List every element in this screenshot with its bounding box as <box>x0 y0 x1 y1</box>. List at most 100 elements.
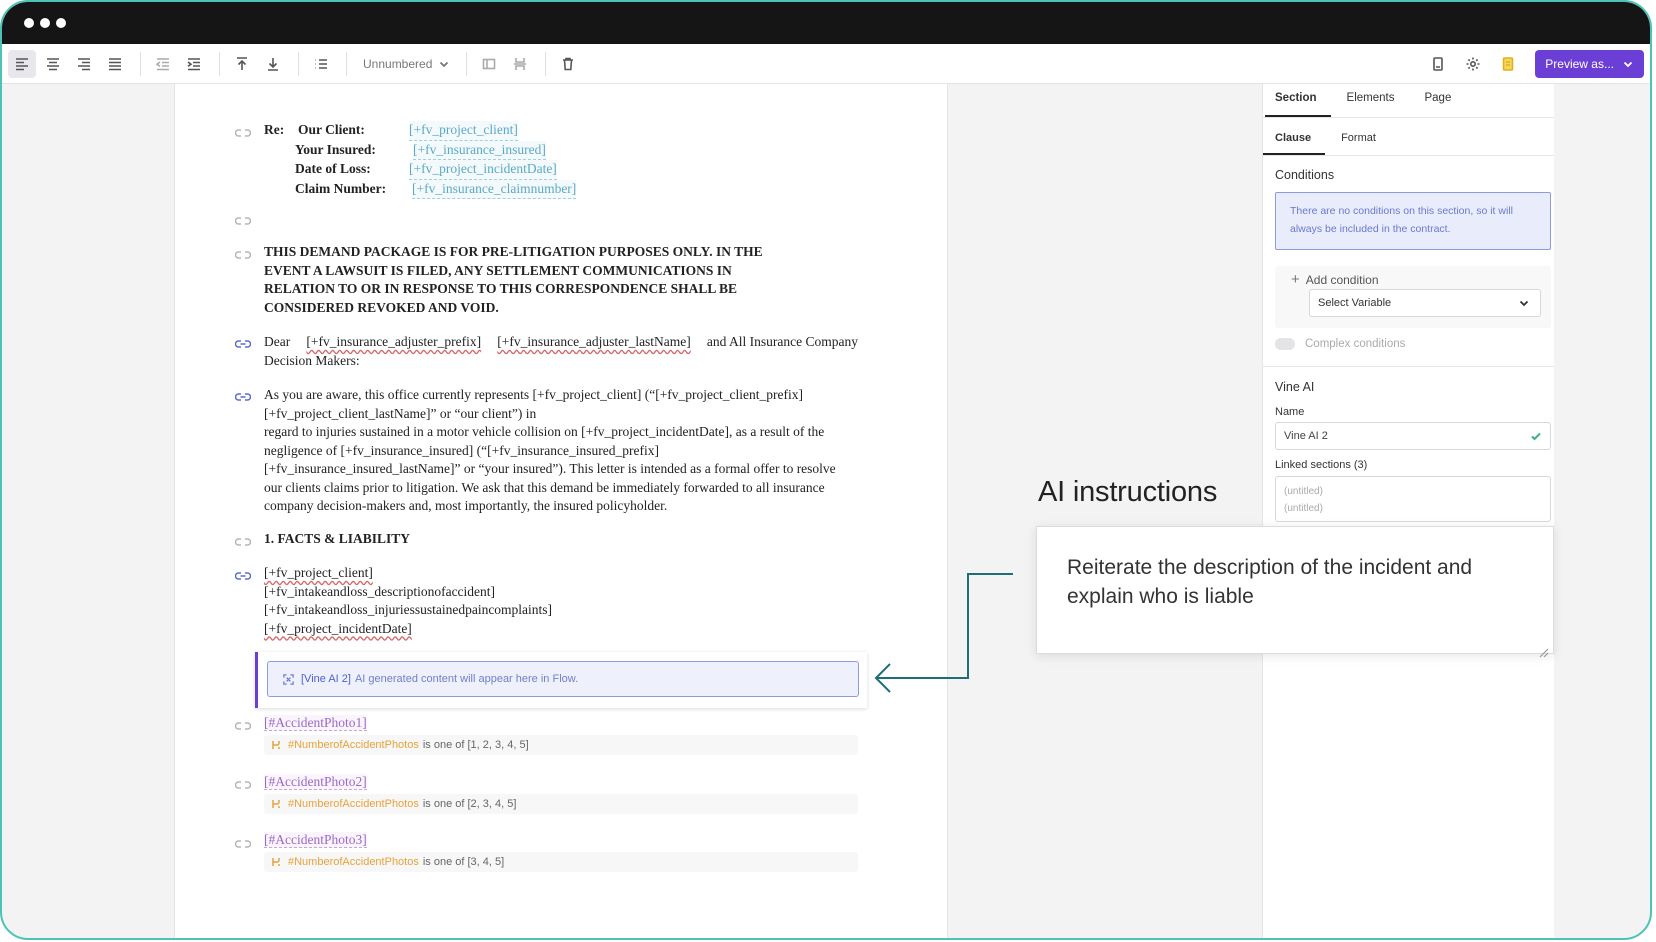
paragraph-line: company decision-makers and, most import… <box>264 498 668 513</box>
variable-text: [+fv_project_client] <box>264 565 373 580</box>
window-dot[interactable] <box>40 18 50 28</box>
check-icon <box>1531 432 1541 441</box>
window-dot[interactable] <box>24 18 34 28</box>
resize-handle-icon[interactable] <box>1537 637 1549 658</box>
paragraph-line: negligence of [+fv_insurance_insured] (“… <box>264 442 659 458</box>
section-link-icon[interactable] <box>234 248 252 259</box>
gear-icon <box>1466 57 1480 71</box>
tab-page[interactable]: Page <box>1424 84 1451 117</box>
section-link-icon[interactable] <box>234 390 252 401</box>
variable-text: [+fv_intakeandloss_descriptionofaccident… <box>264 583 496 599</box>
align-justify-icon <box>109 57 121 70</box>
sidebar-tabs: Section Elements Page <box>1263 84 1554 118</box>
document-page: Re: Our Client: [+fv_project_client] You… <box>174 84 948 938</box>
template-button[interactable] <box>1494 50 1522 78</box>
variable-tag[interactable]: [+fv_insurance_claimnumber] <box>412 179 577 199</box>
delete-button[interactable] <box>554 50 582 78</box>
section-link-icon[interactable] <box>234 535 252 546</box>
photo-variable[interactable]: [#AccidentPhoto3] <box>264 832 367 848</box>
chevron-down-icon <box>1623 61 1633 68</box>
linked-section-item[interactable]: (untitled) <box>1284 500 1542 517</box>
condition-variable: #NumberofAccidentPhotos <box>288 856 419 868</box>
condition-line[interactable]: #NumberofAccidentPhotos is one of [2, 3,… <box>264 794 858 814</box>
variable-tag[interactable]: [+fv_project_incidentDate] <box>409 160 557 180</box>
facts-heading[interactable]: 1. FACTS & LIABILITY <box>264 530 858 549</box>
variable-tag[interactable]: [+fv_project_client] <box>409 121 518 141</box>
re-block[interactable]: Re: Our Client: [+fv_project_client] You… <box>264 121 858 199</box>
toolbar-divider <box>298 51 299 76</box>
arrow-down-icon <box>268 57 278 71</box>
toolbar-divider <box>466 51 468 76</box>
list-button[interactable] <box>307 50 335 78</box>
outdent-button[interactable] <box>149 50 177 78</box>
name-input[interactable]: Vine AI 2 <box>1275 422 1551 450</box>
align-center-button[interactable] <box>39 50 67 78</box>
condition-variable: #NumberofAccidentPhotos <box>288 739 419 751</box>
paragraph-line: [+fv_project_client_lastName]” or “our c… <box>264 405 537 421</box>
variable-tag[interactable]: [+fv_insurance_insured] <box>413 140 546 160</box>
vine-ai-tag: [Vine AI 2] <box>301 673 351 685</box>
numbering-select[interactable]: Unnumbered <box>355 57 458 71</box>
indent-button[interactable] <box>180 50 208 78</box>
align-justify-button[interactable] <box>101 50 129 78</box>
photo-variable[interactable]: [#AccidentPhoto2] <box>264 774 367 790</box>
add-condition-button[interactable]: + Add condition <box>1291 271 1379 288</box>
section-link-icon[interactable] <box>234 719 252 730</box>
dear-line2: Decision Makers: <box>264 352 360 368</box>
photo-variable[interactable]: [#AccidentPhoto1] <box>264 715 367 731</box>
align-right-button[interactable] <box>70 50 98 78</box>
tab-elements[interactable]: Elements <box>1347 84 1395 117</box>
align-left-button[interactable] <box>8 49 36 78</box>
disclaimer-paragraph[interactable]: THIS DEMAND PACKAGE IS FOR PRE-LITIGATIO… <box>264 243 858 317</box>
complex-conditions-row: Complex conditions <box>1275 338 1405 350</box>
settings-button[interactable] <box>1459 50 1487 78</box>
linked-section-item[interactable]: (untitled) <box>1284 483 1542 500</box>
section-link-icon[interactable] <box>234 778 252 789</box>
unlink-icon <box>234 129 252 137</box>
add-condition-card: + Add condition Select Variable <box>1275 266 1551 328</box>
re-row-label: Date of Loss: <box>295 161 371 176</box>
indent-icon <box>187 57 200 70</box>
editor-toolbar: Unnumbered Preview as... <box>2 44 1650 84</box>
plus-icon: + <box>1291 271 1300 288</box>
dear-paragraph[interactable]: Dear [+fv_insurance_adjuster_prefix] [+f… <box>264 333 858 370</box>
vine-ai-placeholder[interactable]: [Vine AI 2] AI generated content will ap… <box>267 661 859 697</box>
photo-section[interactable]: [#AccidentPhoto2] <box>264 774 367 790</box>
section-link-icon[interactable] <box>234 126 252 137</box>
complex-conditions-toggle[interactable] <box>1275 338 1295 350</box>
unlink-icon <box>234 538 252 546</box>
move-down-button[interactable] <box>259 50 287 78</box>
select-variable-dropdown[interactable]: Select Variable <box>1309 289 1541 317</box>
dear-suffix: and All Insurance Company <box>706 334 858 349</box>
vine-ai-block[interactable]: [Vine AI 2] AI generated content will ap… <box>255 652 867 708</box>
condition-line[interactable]: #NumberofAccidentPhotos is one of [1, 2,… <box>264 735 858 755</box>
condition-line[interactable]: #NumberofAccidentPhotos is one of [3, 4,… <box>264 852 858 872</box>
tab-clause[interactable]: Clause <box>1262 118 1326 155</box>
window-dot[interactable] <box>56 18 66 28</box>
aware-paragraph[interactable]: As you are aware, this office currently … <box>264 386 858 516</box>
tab-section[interactable]: Section <box>1265 84 1330 117</box>
device-preview-button[interactable] <box>1424 50 1452 78</box>
photo-section[interactable]: [#AccidentPhoto1] <box>264 715 367 731</box>
sidebar-subtabs: Clause Format <box>1262 118 1554 156</box>
move-up-button[interactable] <box>228 50 256 78</box>
variable-text: [+fv_project_incidentDate] <box>264 620 412 636</box>
paragraph-line: As you are aware, this office currently … <box>264 387 803 402</box>
box-button[interactable] <box>475 50 503 78</box>
ai-instructions-textarea[interactable]: Reiterate the description of the inciden… <box>1036 526 1554 658</box>
ai-sparkle-icon <box>283 673 294 685</box>
properties-sidebar: Section Elements Page Clause Format Cond… <box>1262 84 1554 938</box>
paragraph-line: [+fv_insurance_insured_lastName]” or “yo… <box>264 461 836 476</box>
section-link-icon[interactable] <box>234 214 252 225</box>
section-link-icon[interactable] <box>234 569 252 580</box>
section-link-icon[interactable] <box>234 837 252 848</box>
branch-icon <box>272 741 280 749</box>
preview-as-button[interactable]: Preview as... <box>1535 50 1644 78</box>
linked-sections-list[interactable]: (untitled) (untitled) <box>1275 476 1551 522</box>
ai-instructions-text: Reiterate the description of the inciden… <box>1067 556 1473 608</box>
page-break-button[interactable] <box>506 50 534 78</box>
tab-format[interactable]: Format <box>1341 118 1376 155</box>
photo-section[interactable]: [#AccidentPhoto3] <box>264 832 367 848</box>
section-link-icon[interactable] <box>234 337 252 348</box>
facts-variables[interactable]: [+fv_project_client] [+fv_intakeandloss_… <box>264 564 858 638</box>
